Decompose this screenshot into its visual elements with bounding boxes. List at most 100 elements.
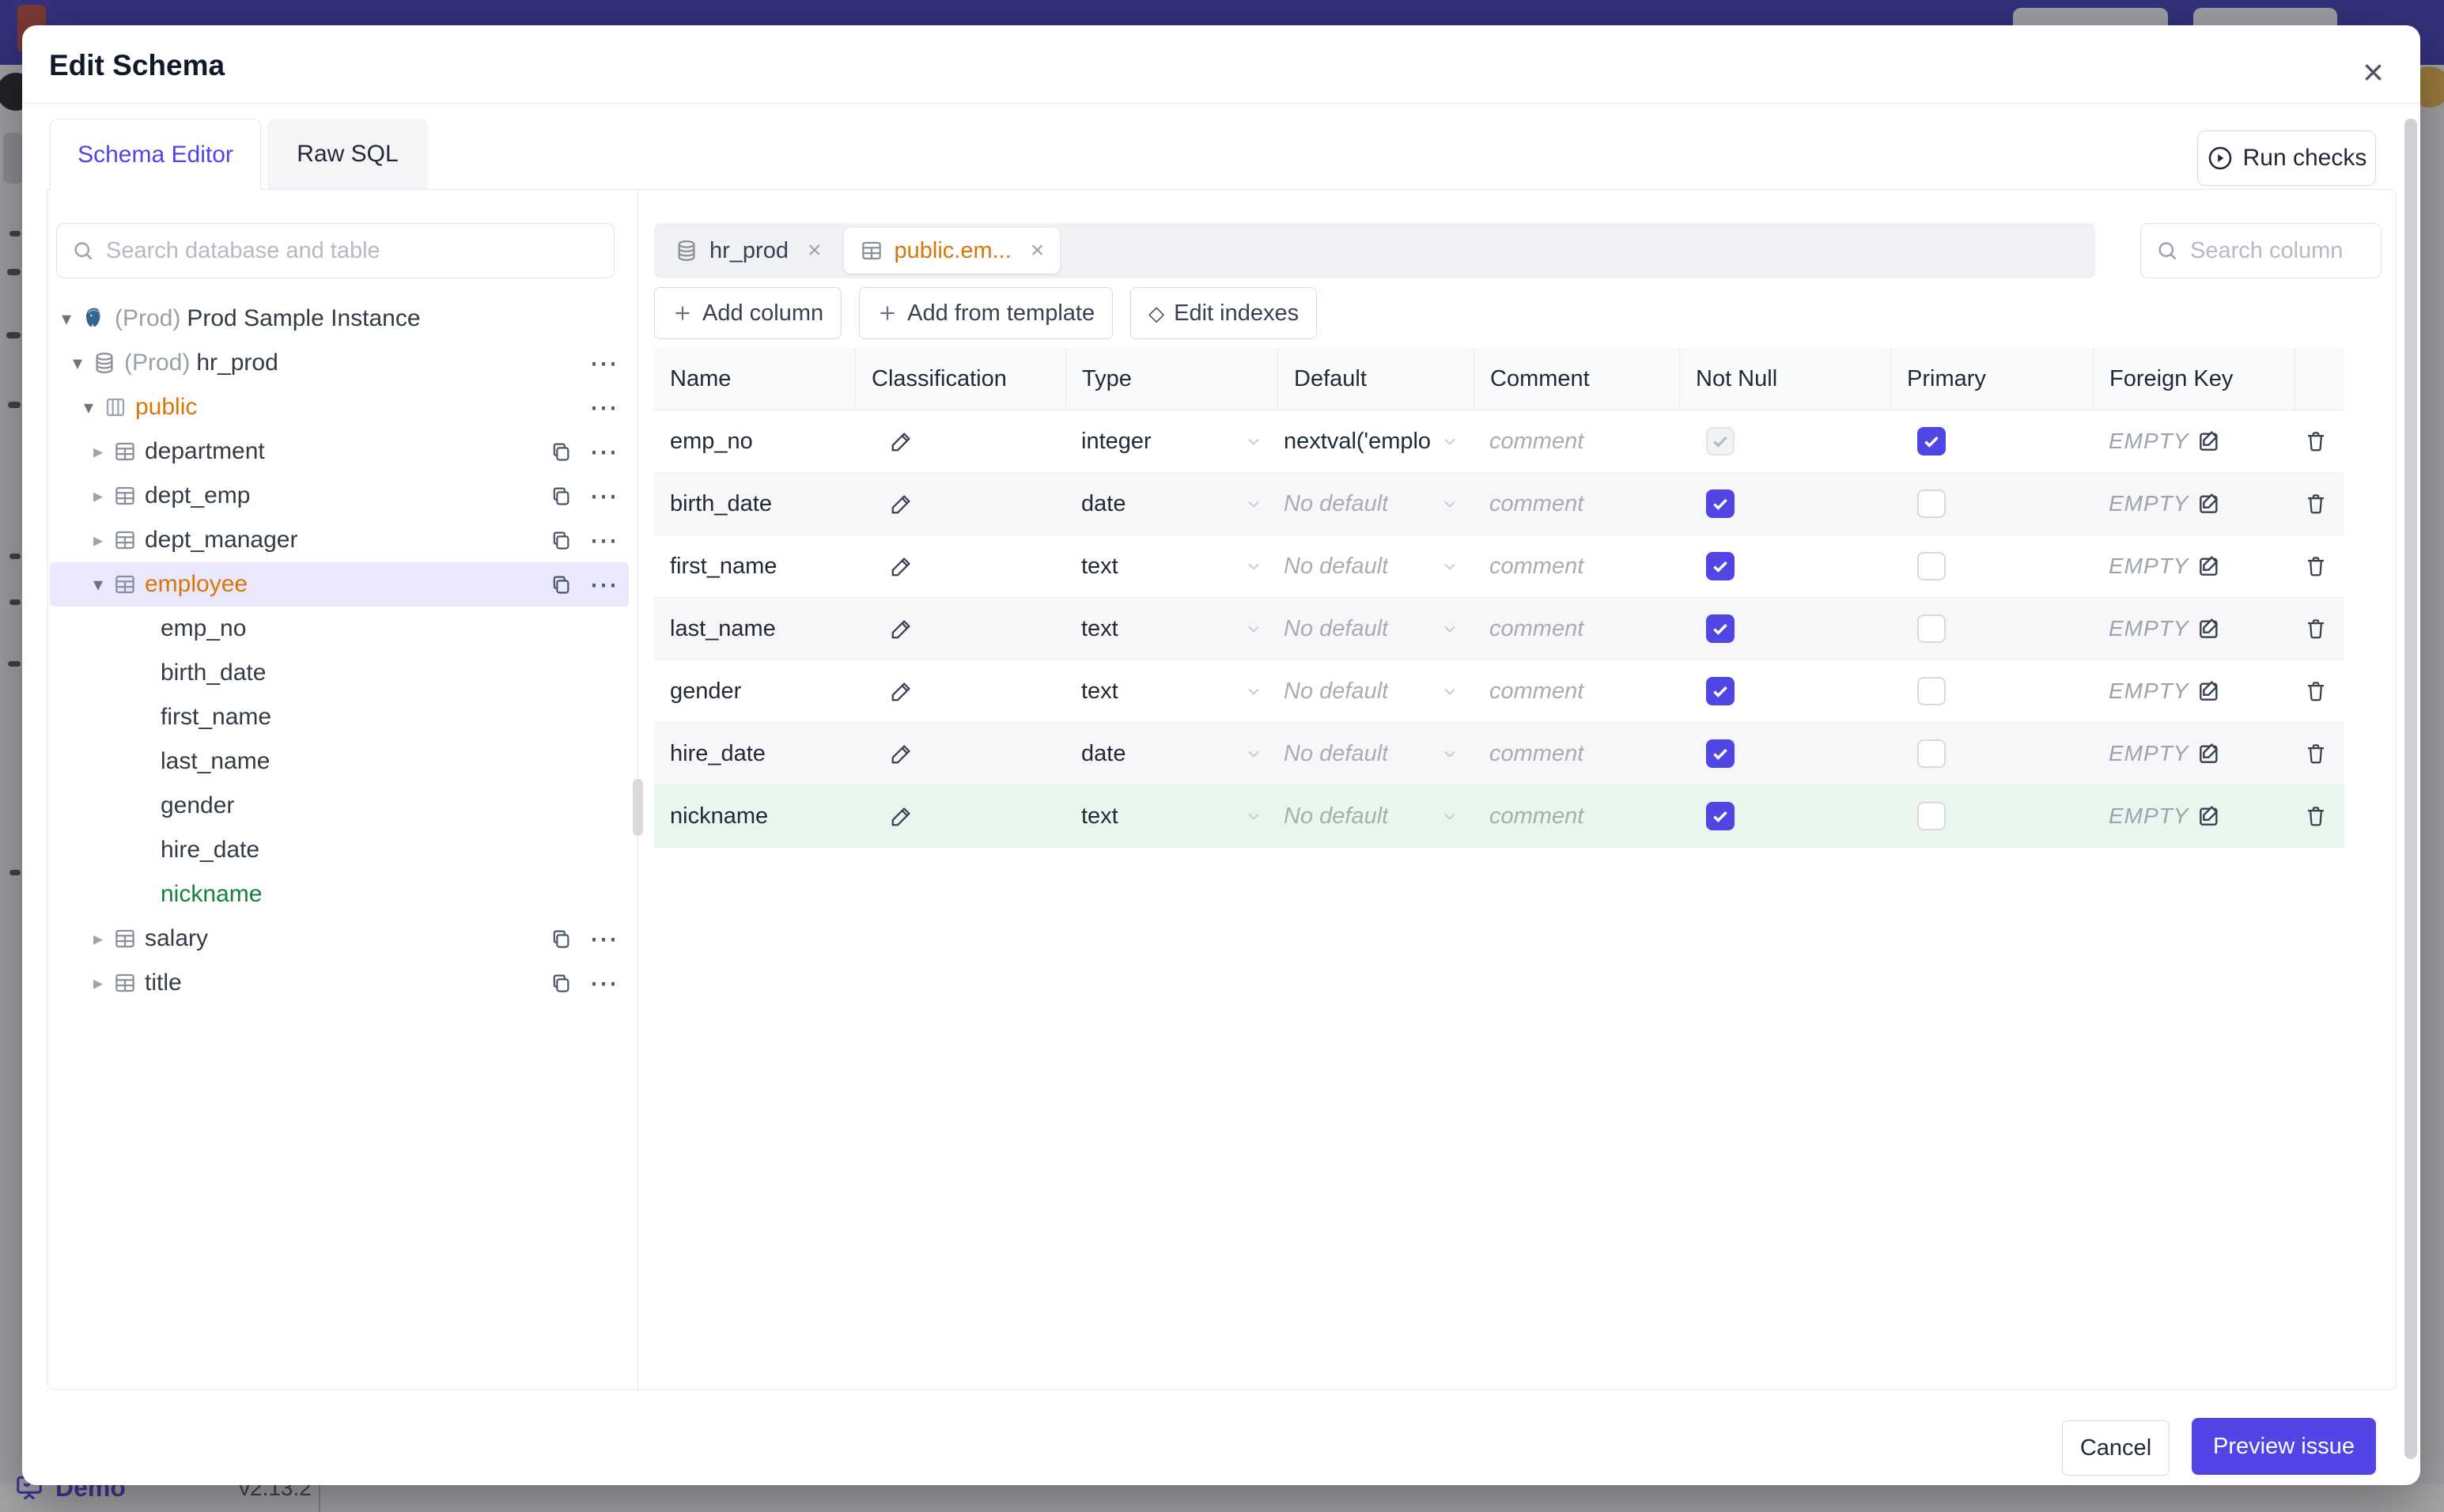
not-null-checkbox[interactable] — [1706, 677, 1735, 705]
cancel-button[interactable]: Cancel — [2062, 1420, 2170, 1476]
edit-foreign-key-icon[interactable] — [2196, 554, 2222, 579]
chevron-right-icon[interactable]: ▸ — [88, 972, 108, 995]
primary-checkbox[interactable] — [1917, 552, 1946, 580]
tree-item-title[interactable]: ▸ title ⋯ — [50, 961, 629, 1005]
run-checks-button[interactable]: Run checks — [2197, 130, 2376, 186]
type-select[interactable]: date — [1065, 723, 1277, 784]
edit-foreign-key-icon[interactable] — [2196, 741, 2222, 766]
copy-icon[interactable] — [550, 573, 572, 595]
chevron-right-icon[interactable]: ▸ — [88, 485, 108, 508]
primary-checkbox[interactable] — [1917, 427, 1946, 455]
close-icon[interactable]: × — [2363, 54, 2384, 90]
tree-item-last_name[interactable]: last_name — [50, 739, 629, 784]
edit-indexes-button[interactable]: ◇ Edit indexes — [1130, 287, 1318, 339]
edit-foreign-key-icon[interactable] — [2196, 429, 2222, 454]
column-name-cell[interactable]: emp_no — [654, 410, 855, 472]
add-from-template-button[interactable]: Add from template — [859, 287, 1114, 339]
delete-row-icon[interactable] — [2304, 492, 2328, 516]
resize-handle[interactable] — [633, 779, 643, 836]
add-column-button[interactable]: Add column — [654, 287, 842, 339]
tree-item-nickname[interactable]: nickname — [50, 872, 629, 917]
chevron-right-icon[interactable]: ▸ — [88, 928, 108, 951]
type-select[interactable]: integer — [1065, 410, 1277, 472]
type-select[interactable]: date — [1065, 473, 1277, 535]
default-select[interactable]: No default — [1277, 598, 1474, 660]
tree-item-gender[interactable]: gender — [50, 784, 629, 828]
edit-foreign-key-icon[interactable] — [2196, 616, 2222, 641]
tree-item-first_name[interactable]: first_name — [50, 695, 629, 739]
copy-icon[interactable] — [550, 440, 572, 463]
editor-tab-public-employee[interactable]: public.em... × — [843, 228, 1061, 274]
type-select[interactable]: text — [1065, 785, 1277, 847]
edit-foreign-key-icon[interactable] — [2196, 491, 2222, 516]
primary-checkbox[interactable] — [1917, 614, 1946, 643]
pencil-icon[interactable] — [890, 804, 914, 828]
tree-item-public[interactable]: ▾ public ⋯ — [50, 385, 629, 429]
tab-schema-editor[interactable]: Schema Editor — [50, 119, 261, 190]
pencil-icon[interactable] — [890, 554, 914, 578]
primary-checkbox[interactable] — [1917, 490, 1946, 518]
not-null-checkbox[interactable] — [1706, 552, 1735, 580]
not-null-checkbox[interactable] — [1706, 739, 1735, 768]
chevron-down-icon[interactable]: ▾ — [78, 396, 99, 419]
tree-item-emp_no[interactable]: emp_no — [50, 607, 629, 651]
comment-input[interactable]: comment — [1474, 785, 1679, 847]
tree-item-dept_emp[interactable]: ▸ dept_emp ⋯ — [50, 474, 629, 518]
type-select[interactable]: text — [1065, 535, 1277, 597]
edit-foreign-key-icon[interactable] — [2196, 679, 2222, 704]
delete-row-icon[interactable] — [2304, 617, 2328, 641]
editor-tab-hr-prod[interactable]: hr_prod × — [659, 228, 838, 274]
column-name-cell[interactable]: birth_date — [654, 473, 855, 535]
default-select[interactable]: No default — [1277, 660, 1474, 722]
chevron-down-icon[interactable]: ▾ — [56, 308, 77, 331]
comment-input[interactable]: comment — [1474, 473, 1679, 535]
tree-item-dept_manager[interactable]: ▸ dept_manager ⋯ — [50, 518, 629, 562]
column-name-cell[interactable]: first_name — [654, 535, 855, 597]
tree-item-department[interactable]: ▸ department ⋯ — [50, 429, 629, 474]
delete-row-icon[interactable] — [2304, 429, 2328, 453]
column-name-cell[interactable]: nickname — [654, 785, 855, 847]
comment-input[interactable]: comment — [1474, 410, 1679, 472]
delete-row-icon[interactable] — [2304, 804, 2328, 828]
search-database-input[interactable]: Search database and table — [56, 223, 615, 278]
pencil-icon[interactable] — [890, 617, 914, 641]
not-null-checkbox[interactable] — [1706, 614, 1735, 643]
column-name-cell[interactable]: hire_date — [654, 723, 855, 784]
copy-icon[interactable] — [550, 529, 572, 551]
comment-input[interactable]: comment — [1474, 660, 1679, 722]
delete-row-icon[interactable] — [2304, 554, 2328, 578]
edit-foreign-key-icon[interactable] — [2196, 803, 2222, 829]
type-select[interactable]: text — [1065, 660, 1277, 722]
close-tab-icon[interactable]: × — [808, 237, 822, 264]
pencil-icon[interactable] — [890, 429, 914, 453]
not-null-checkbox[interactable] — [1706, 490, 1735, 518]
tree-item-salary[interactable]: ▸ salary ⋯ — [50, 917, 629, 961]
chevron-right-icon[interactable]: ▸ — [88, 529, 108, 552]
pencil-icon[interactable] — [890, 492, 914, 516]
tree-item-prod-sample-instance[interactable]: ▾ (Prod) Prod Sample Instance — [50, 297, 629, 341]
tree-item-birth_date[interactable]: birth_date — [50, 651, 629, 695]
primary-checkbox[interactable] — [1917, 739, 1946, 768]
column-name-cell[interactable]: last_name — [654, 598, 855, 660]
chevron-right-icon[interactable]: ▸ — [88, 440, 108, 463]
chevron-down-icon[interactable]: ▾ — [67, 352, 88, 375]
default-select[interactable]: No default — [1277, 723, 1474, 784]
comment-input[interactable]: comment — [1474, 723, 1679, 784]
column-name-cell[interactable]: gender — [654, 660, 855, 722]
tab-raw-sql[interactable]: Raw SQL — [267, 119, 428, 190]
copy-icon[interactable] — [550, 485, 572, 507]
copy-icon[interactable] — [550, 972, 572, 994]
primary-checkbox[interactable] — [1917, 677, 1946, 705]
default-select[interactable]: No default — [1277, 535, 1474, 597]
delete-row-icon[interactable] — [2304, 679, 2328, 703]
default-select[interactable]: nextval('employ — [1277, 410, 1474, 472]
copy-icon[interactable] — [550, 928, 572, 950]
comment-input[interactable]: comment — [1474, 598, 1679, 660]
chevron-down-icon[interactable]: ▾ — [88, 573, 108, 596]
default-select[interactable]: No default — [1277, 473, 1474, 535]
not-null-checkbox[interactable] — [1706, 802, 1735, 830]
modal-scrollbar-thumb[interactable] — [2404, 119, 2417, 1459]
pencil-icon[interactable] — [890, 742, 914, 765]
comment-input[interactable]: comment — [1474, 535, 1679, 597]
pencil-icon[interactable] — [890, 679, 914, 703]
